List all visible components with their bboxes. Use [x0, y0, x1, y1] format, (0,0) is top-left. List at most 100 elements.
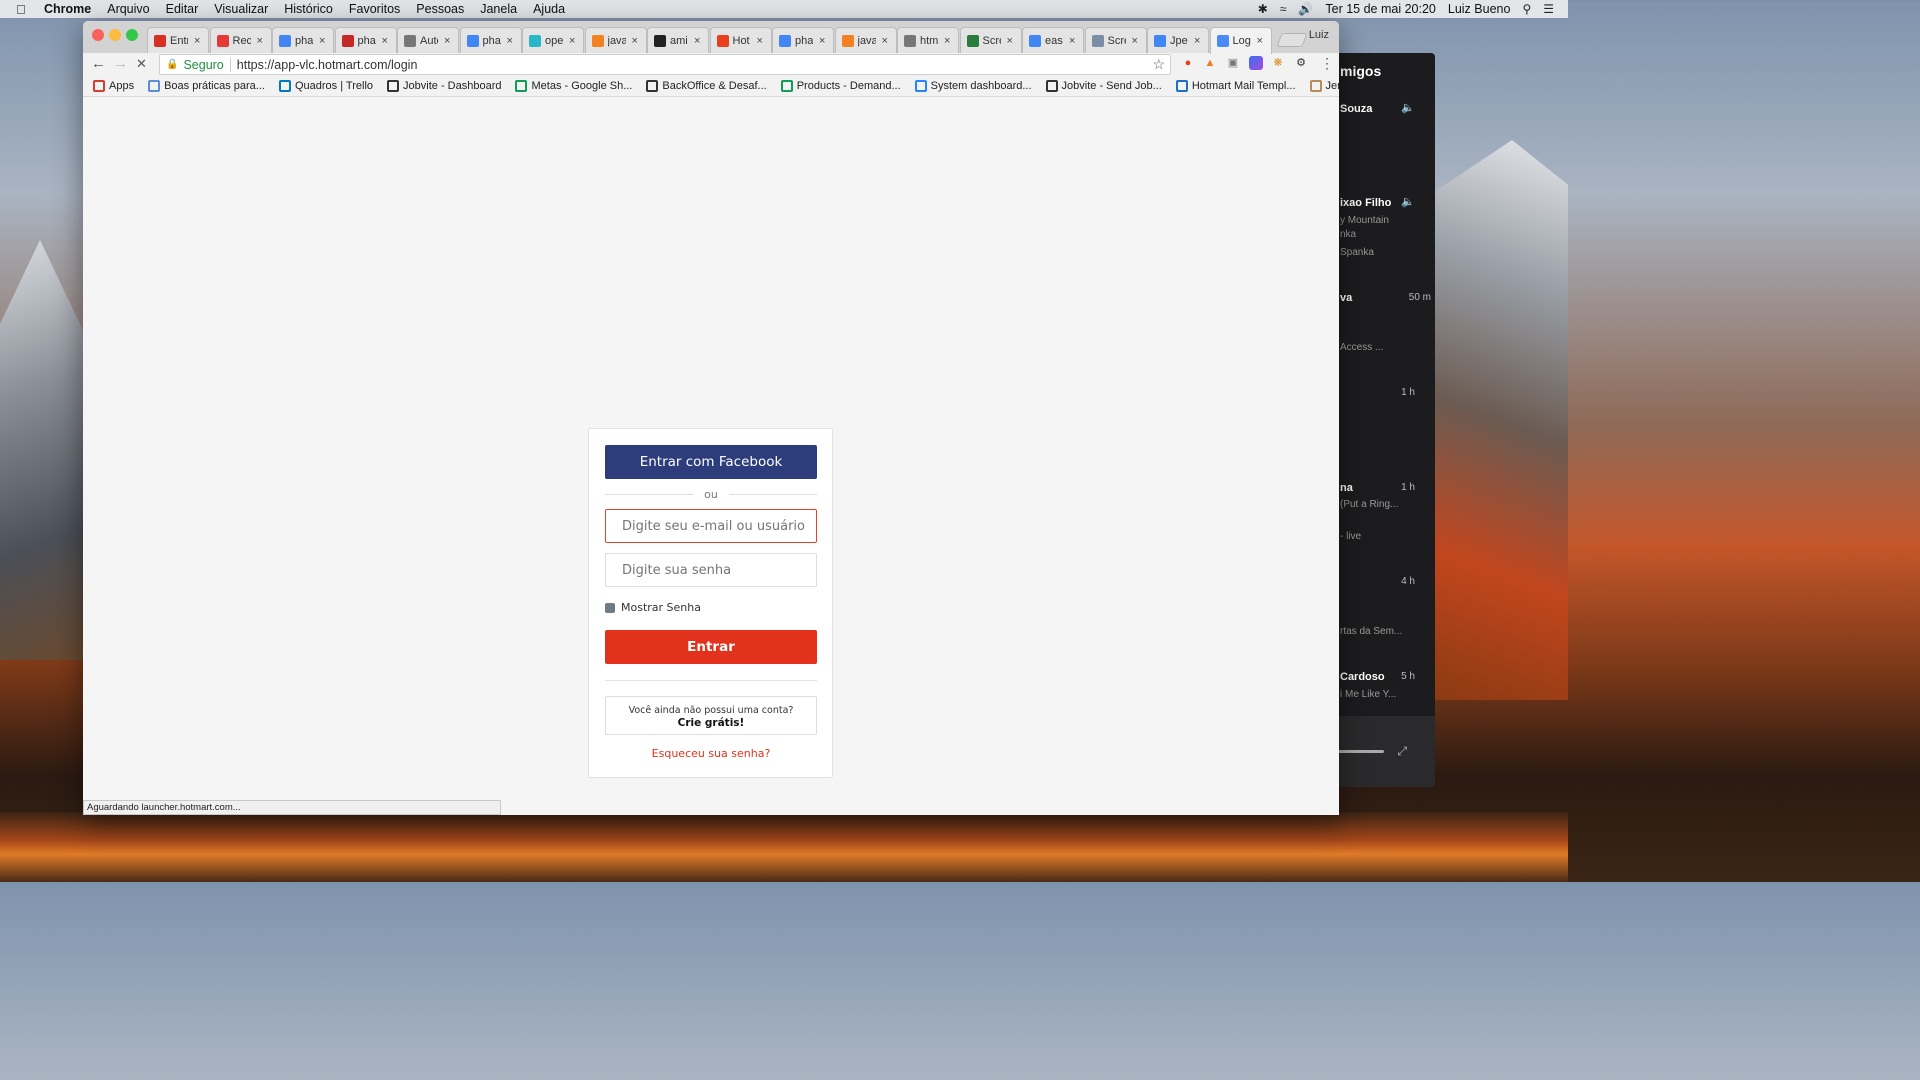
- browser-tab[interactable]: Scre ×: [959, 27, 1022, 53]
- secure-label[interactable]: Seguro: [183, 58, 223, 72]
- browser-tab[interactable]: Entr ×: [147, 27, 209, 53]
- friend-name[interactable]: ixao Filho: [1340, 197, 1391, 209]
- bookmark-item[interactable]: Apps: [93, 79, 134, 92]
- show-password-label[interactable]: Mostrar Senha: [621, 601, 701, 614]
- menu-janela[interactable]: Janela: [480, 2, 517, 16]
- volume-icon[interactable]: 🔊: [1298, 2, 1313, 16]
- browser-tab[interactable]: Rec ×: [209, 27, 272, 53]
- show-password-toggle[interactable]: Mostrar Senha: [605, 601, 701, 614]
- bookmark-item[interactable]: Jobvite - Send Job...: [1045, 79, 1162, 92]
- bookmark-item[interactable]: Jobvite - Dashboard: [387, 79, 501, 92]
- friend-track[interactable]: (Put a Ring...: [1340, 499, 1398, 510]
- close-tab-icon[interactable]: ×: [382, 35, 388, 47]
- bookmark-item[interactable]: Boas práticas para...: [148, 79, 265, 92]
- volume-slider[interactable]: [1336, 750, 1384, 753]
- menu-arquivo[interactable]: Arquivo: [107, 2, 149, 16]
- close-tab-icon[interactable]: ×: [194, 35, 200, 47]
- browser-tab[interactable]: java ×: [834, 27, 897, 53]
- stop-loading-button[interactable]: ✕: [136, 56, 147, 72]
- browser-tab[interactable]: java ×: [584, 27, 647, 53]
- close-tab-icon[interactable]: ×: [944, 35, 950, 47]
- hotmart-extension-icon[interactable]: ●: [1181, 56, 1195, 70]
- close-tab-icon[interactable]: ×: [1069, 35, 1075, 47]
- friend-album[interactable]: Spanka: [1340, 247, 1374, 258]
- friend-name[interactable]: Cardoso: [1340, 671, 1385, 683]
- bookmark-item[interactable]: Jenkins: [1309, 79, 1339, 92]
- browser-tab[interactable]: ope ×: [522, 27, 584, 53]
- wifi-icon[interactable]: ≈: [1280, 2, 1287, 16]
- notification-center-icon[interactable]: ☰: [1543, 2, 1554, 16]
- lock-icon[interactable]: 🔒: [166, 59, 178, 70]
- chrome-extension-icon[interactable]: ❋: [1271, 56, 1285, 70]
- browser-tab[interactable]: Scre ×: [1084, 27, 1147, 53]
- bookmark-item[interactable]: Products - Demand...: [780, 79, 901, 92]
- color-extension-icon[interactable]: [1249, 56, 1263, 70]
- close-tab-icon[interactable]: ×: [319, 35, 325, 47]
- friend-track[interactable]: Access ...: [1340, 342, 1383, 353]
- close-tab-icon[interactable]: ×: [1007, 35, 1013, 47]
- browser-tab[interactable]: pha ×: [459, 27, 522, 53]
- new-tab-button[interactable]: [1276, 33, 1308, 47]
- close-tab-icon[interactable]: ×: [757, 35, 763, 47]
- show-password-checkbox[interactable]: [605, 602, 615, 613]
- address-bar[interactable]: 🔒 Seguro https://app-vlc.hotmart.com/log…: [159, 54, 1171, 75]
- email-field[interactable]: [605, 509, 817, 543]
- menu-pessoas[interactable]: Pessoas: [416, 2, 464, 16]
- menu-app-name[interactable]: Chrome: [44, 2, 91, 16]
- browser-tab[interactable]: Auto ×: [397, 27, 459, 53]
- close-tab-icon[interactable]: ×: [507, 35, 513, 47]
- apple-menu-icon[interactable]: : [16, 2, 32, 17]
- bookmark-star-icon[interactable]: ☆: [1152, 56, 1165, 73]
- menu-historico[interactable]: Histórico: [284, 2, 333, 16]
- menu-visualizar[interactable]: Visualizar: [214, 2, 268, 16]
- bookmark-item[interactable]: BackOffice & Desaf...: [646, 79, 767, 92]
- bookmark-item[interactable]: Metas - Google Sh...: [515, 79, 632, 92]
- password-field[interactable]: [605, 553, 817, 587]
- friend-name[interactable]: Souza: [1340, 103, 1372, 115]
- friend-name[interactable]: va: [1340, 292, 1352, 304]
- browser-tab[interactable]: ami ×: [647, 27, 709, 53]
- friend-track[interactable]: rtas da Sem...: [1340, 626, 1402, 637]
- friend-context[interactable]: - live: [1340, 531, 1361, 542]
- forgot-password-link[interactable]: Esqueceu sua senha?: [605, 747, 817, 760]
- browser-tab[interactable]: easy ×: [1022, 27, 1084, 53]
- close-tab-icon[interactable]: ×: [694, 35, 700, 47]
- friend-track[interactable]: y Mountain: [1340, 215, 1389, 226]
- browser-tab[interactable]: Jpe ×: [1147, 27, 1209, 53]
- bluetooth-icon[interactable]: ✱: [1258, 2, 1268, 16]
- url-text[interactable]: https://app-vlc.hotmart.com/login: [237, 58, 418, 72]
- close-tab-icon[interactable]: ×: [1194, 35, 1200, 47]
- browser-tab[interactable]: pha ×: [334, 27, 397, 53]
- friend-artist[interactable]: nka: [1340, 229, 1356, 240]
- facebook-login-button[interactable]: Entrar com Facebook: [605, 445, 817, 479]
- spotlight-search-icon[interactable]: ⚲: [1522, 2, 1531, 16]
- menu-ajuda[interactable]: Ajuda: [533, 2, 565, 16]
- close-tab-icon[interactable]: ×: [1257, 35, 1263, 47]
- signup-cta[interactable]: Crie grátis!: [606, 717, 816, 729]
- flame-extension-icon[interactable]: ▲: [1203, 56, 1217, 70]
- gear-extension-icon[interactable]: ⚙: [1294, 56, 1308, 70]
- close-tab-icon[interactable]: ×: [819, 35, 825, 47]
- menubar-datetime[interactable]: Ter 15 de mai 20:20: [1325, 2, 1436, 16]
- forward-button[interactable]: →: [113, 55, 128, 72]
- fullscreen-window-button[interactable]: [126, 29, 138, 41]
- close-tab-icon[interactable]: ×: [257, 35, 263, 47]
- browser-tab[interactable]: pha ×: [272, 27, 334, 53]
- close-tab-icon[interactable]: ×: [444, 35, 450, 47]
- close-tab-icon[interactable]: ×: [1132, 35, 1138, 47]
- bookmark-item[interactable]: Hotmart Mail Templ...: [1175, 79, 1296, 92]
- menu-favoritos[interactable]: Favoritos: [349, 2, 400, 16]
- close-window-button[interactable]: [92, 29, 104, 41]
- close-tab-icon[interactable]: ×: [882, 35, 888, 47]
- browser-tab[interactable]: Logi ×: [1209, 27, 1272, 54]
- friend-name[interactable]: na: [1340, 482, 1353, 494]
- friend-track[interactable]: i Me Like Y...: [1340, 689, 1396, 700]
- browser-tab[interactable]: pha ×: [772, 27, 834, 53]
- bookmark-item[interactable]: Quadros | Trello: [278, 79, 373, 92]
- menu-editar[interactable]: Editar: [166, 2, 199, 16]
- browser-tab[interactable]: htm ×: [897, 27, 959, 53]
- bookmark-item[interactable]: System dashboard...: [914, 79, 1032, 92]
- minimize-window-button[interactable]: [109, 29, 121, 41]
- expand-icon[interactable]: ⤢: [1397, 744, 1407, 759]
- browser-tab[interactable]: Hot ×: [709, 27, 772, 53]
